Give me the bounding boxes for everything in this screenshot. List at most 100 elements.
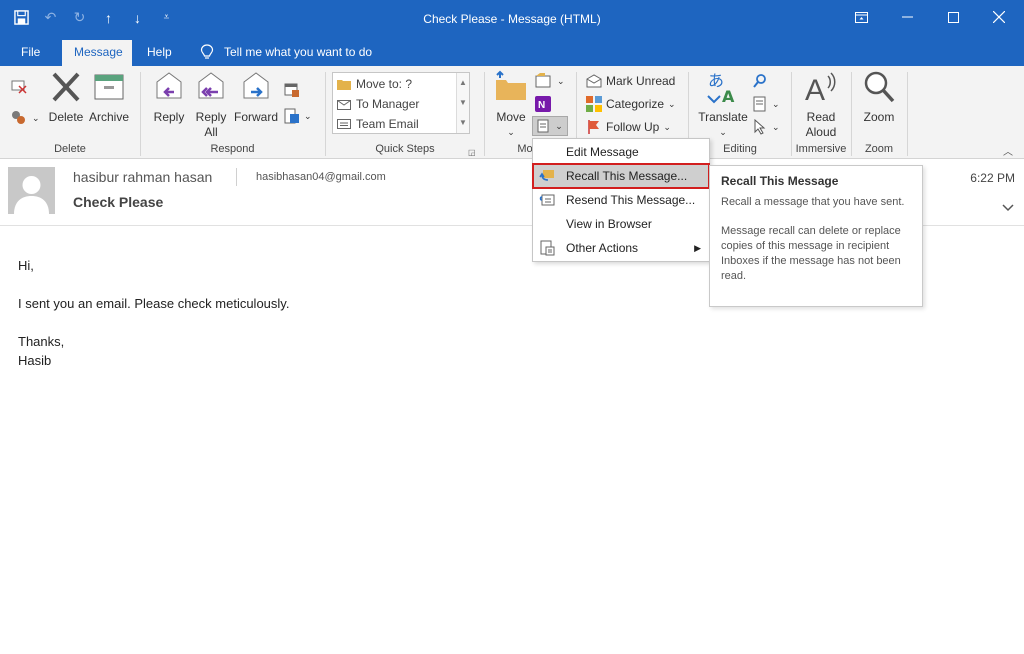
archive-label: Archive (88, 110, 129, 124)
other-actions-icon (540, 240, 555, 256)
tab-help[interactable]: Help (135, 40, 184, 66)
meeting-icon (284, 83, 299, 97)
chevron-down-icon[interactable] (1002, 201, 1014, 215)
ignore-icon (11, 80, 27, 94)
ribbon-tab-bar: File Message Help Tell me what you want … (0, 36, 1024, 66)
menu-item-view-in-browser[interactable]: View in Browser (533, 212, 709, 236)
collapse-ribbon-icon[interactable]: ︿ (1003, 143, 1013, 158)
read-aloud-label-line1: Read (806, 110, 836, 124)
quick-step-to-manager[interactable]: To Manager (337, 94, 419, 114)
tab-message[interactable]: Message (62, 40, 132, 66)
sender-name[interactable]: hasibur rahman hasan (73, 169, 212, 185)
tell-me-search[interactable]: Tell me what you want to do (200, 40, 372, 64)
archive-button[interactable]: Archive (87, 70, 131, 125)
actions-menu: Edit Message Recall This Message... Rese… (532, 138, 710, 262)
reply-label: Reply (153, 110, 185, 124)
message-subject: Check Please (73, 194, 164, 210)
message-time: 6:22 PM (970, 171, 1015, 185)
reply-all-label-line2: All (204, 125, 218, 139)
quick-step-label: Team Email (356, 117, 419, 131)
ribbon-display-options-button[interactable] (838, 0, 884, 34)
menu-item-label: Edit Message (566, 145, 639, 159)
onenote-button[interactable]: N (535, 94, 551, 114)
folder-icon (337, 80, 351, 90)
quick-steps-scroll[interactable]: ▲ ▼ ▼ (456, 73, 469, 133)
forward-label: Forward (233, 110, 278, 124)
tooltip-title: Recall This Message (721, 174, 839, 188)
cleanup-button[interactable]: ⌄ (10, 108, 40, 128)
scroll-up-icon[interactable]: ▲ (457, 73, 469, 93)
recall-tooltip: Recall This Message Recall a message tha… (709, 165, 923, 307)
body-line: I sent you an email. Please check meticu… (18, 296, 290, 311)
related-button[interactable]: ⌄ (752, 94, 780, 114)
reply-button[interactable]: Reply (150, 70, 188, 125)
reply-icon (156, 72, 182, 99)
follow-up-button[interactable]: Follow Up ⌄ (586, 117, 671, 137)
rules-icon (535, 73, 551, 88)
avatar (8, 167, 55, 214)
body-greeting: Hi, (18, 258, 34, 273)
zoom-icon (864, 71, 895, 103)
more-respond-button[interactable]: ⌄ (284, 106, 312, 126)
ignore-button[interactable] (10, 76, 28, 96)
close-button[interactable] (976, 0, 1022, 34)
categorize-button[interactable]: Categorize ⌄ (586, 94, 676, 114)
select-cursor-icon (754, 119, 766, 135)
delete-button[interactable]: Delete (48, 70, 84, 125)
mark-unread-button[interactable]: Mark Unread (586, 71, 675, 91)
respond-group-label: Respond (210, 143, 255, 155)
quick-step-label: To Manager (356, 97, 420, 111)
forward-icon (243, 72, 269, 99)
delete-icon (52, 72, 80, 102)
recall-icon (539, 170, 554, 181)
reply-all-button[interactable]: Reply All (192, 70, 230, 140)
menu-item-other-actions[interactable]: Other Actions ▶ (533, 236, 709, 260)
menu-item-edit-message[interactable]: Edit Message (533, 140, 709, 164)
delete-label: Delete (48, 110, 84, 124)
sender-email[interactable]: hasibhasan04@gmail.com (256, 171, 386, 183)
related-icon (753, 96, 766, 112)
forward-button[interactable]: Forward (233, 70, 279, 125)
zoom-label: Zoom (863, 110, 895, 124)
zoom-group-label: Zoom (864, 143, 894, 155)
meeting-button[interactable] (284, 80, 300, 100)
expand-gallery-icon[interactable]: ▼ (457, 113, 469, 133)
maximize-button[interactable] (930, 0, 976, 34)
quick-step-move-to[interactable]: Move to: ? (337, 74, 412, 94)
quick-steps-group-label: Quick Steps (375, 143, 435, 155)
move-button[interactable]: Move ⌄ (492, 70, 530, 140)
menu-item-label: View in Browser (566, 217, 652, 231)
resend-icon (539, 194, 555, 206)
onenote-icon: N (535, 96, 551, 112)
menu-item-label: Resend This Message... (566, 193, 696, 207)
menu-item-recall-message[interactable]: Recall This Message... (532, 163, 710, 189)
svg-text:N: N (538, 100, 545, 111)
quick-steps-gallery[interactable]: Move to: ? To Manager Team Email ▲ ▼ ▼ (332, 72, 470, 134)
immersive-group-label: Immersive (795, 143, 847, 155)
actions-button[interactable]: ⌄ (532, 116, 568, 136)
reply-all-icon (198, 72, 224, 99)
minimize-button[interactable] (884, 0, 930, 34)
read-aloud-button[interactable]: A Read Aloud (798, 70, 844, 140)
cleanup-icon (12, 111, 25, 124)
categorize-label: Categorize (606, 97, 665, 111)
select-button[interactable]: ⌄ (752, 117, 780, 137)
menu-item-resend-message[interactable]: Resend This Message... (533, 188, 709, 212)
scroll-down-icon[interactable]: ▼ (457, 93, 469, 113)
find-icon (753, 74, 766, 88)
zoom-button[interactable]: Zoom (858, 70, 900, 125)
body-signature: Hasib (18, 353, 52, 368)
tab-file[interactable]: File (9, 40, 52, 66)
svg-text:A: A (722, 87, 735, 104)
read-aloud-label-line2: Aloud (805, 125, 837, 139)
translate-icon: あA (707, 71, 735, 104)
find-button[interactable] (752, 71, 768, 91)
move-folder-icon (496, 70, 526, 100)
categorize-dropdown-icon: ⌄ (668, 98, 676, 109)
quick-step-team-email[interactable]: Team Email (337, 114, 419, 134)
lightbulb-icon (200, 44, 214, 59)
read-aloud-icon: A (805, 72, 836, 104)
quick-steps-launcher-icon[interactable]: ◲ (468, 142, 476, 162)
translate-button[interactable]: あA Translate ⌄ (697, 70, 749, 140)
rules-button[interactable]: ⌄ (535, 71, 565, 91)
